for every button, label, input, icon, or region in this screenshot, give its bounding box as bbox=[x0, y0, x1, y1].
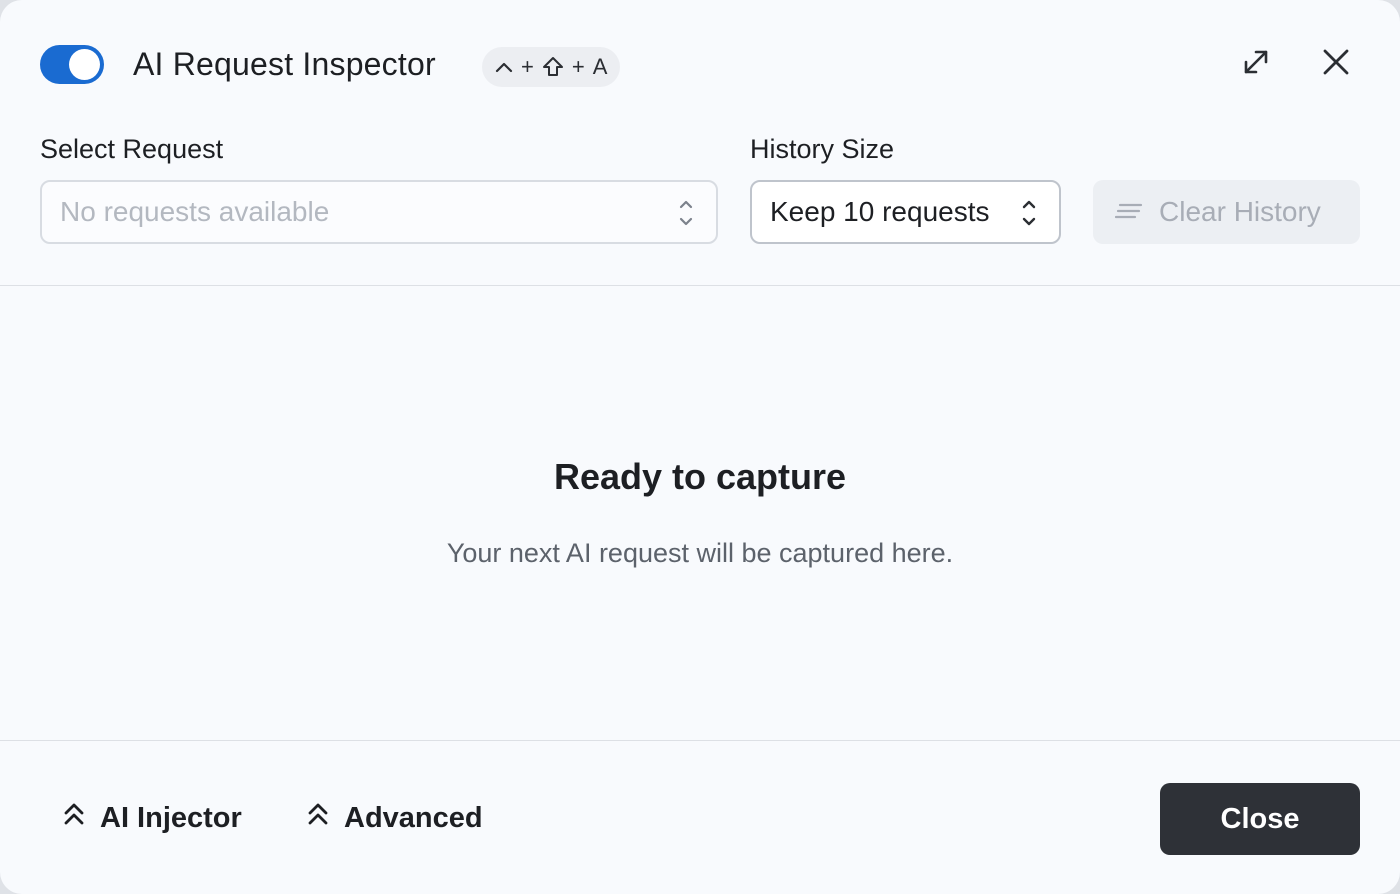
chevron-up-down-icon bbox=[1021, 198, 1037, 235]
ctrl-caret-icon bbox=[495, 60, 513, 74]
advanced-label: Advanced bbox=[344, 801, 483, 834]
close-dialog-button[interactable] bbox=[1316, 44, 1356, 84]
shortcut-plus: + bbox=[571, 54, 585, 79]
shortcut-plus: + bbox=[521, 54, 534, 79]
shortcut-letter: A bbox=[592, 54, 608, 79]
chevrons-up-icon bbox=[62, 801, 86, 835]
chevrons-up-icon bbox=[306, 801, 330, 835]
shift-icon bbox=[542, 56, 564, 78]
empty-state-subtitle: Your next AI request will be captured he… bbox=[446, 538, 954, 568]
history-size-value: Keep 10 requests bbox=[770, 196, 990, 227]
ai-injector-label: AI Injector bbox=[100, 801, 242, 834]
dialog-footer: AI Injector Advanced Close bbox=[0, 740, 1400, 894]
chevron-up-down-icon bbox=[678, 198, 694, 235]
ai-request-inspector-dialog: AI Request Inspector + + A Select Reques… bbox=[0, 0, 1400, 894]
ai-injector-toggle[interactable]: AI Injector bbox=[62, 801, 242, 835]
advanced-toggle[interactable]: Advanced bbox=[306, 801, 483, 835]
inspector-enable-toggle[interactable] bbox=[40, 45, 104, 84]
history-size-dropdown[interactable]: Keep 10 requests bbox=[750, 180, 1061, 244]
close-button[interactable]: Close bbox=[1160, 783, 1360, 855]
close-icon bbox=[1322, 48, 1350, 81]
clear-history-label: Clear History bbox=[1159, 196, 1321, 227]
history-size-label: History Size bbox=[750, 134, 895, 164]
expand-icon bbox=[1241, 47, 1271, 82]
toggle-knob bbox=[69, 49, 100, 80]
select-request-label: Select Request bbox=[40, 134, 224, 164]
select-request-dropdown[interactable]: No requests available bbox=[40, 180, 718, 244]
clear-list-icon bbox=[1114, 196, 1143, 228]
expand-button[interactable] bbox=[1236, 44, 1276, 84]
empty-state-title: Ready to capture bbox=[553, 456, 847, 497]
dialog-title: AI Request Inspector bbox=[133, 46, 436, 82]
dialog-header: AI Request Inspector + + A Select Reques… bbox=[0, 0, 1400, 286]
clear-history-button[interactable]: Clear History bbox=[1093, 180, 1360, 244]
keyboard-shortcut-badge: + + A bbox=[482, 47, 621, 87]
select-request-placeholder: No requests available bbox=[60, 196, 330, 227]
